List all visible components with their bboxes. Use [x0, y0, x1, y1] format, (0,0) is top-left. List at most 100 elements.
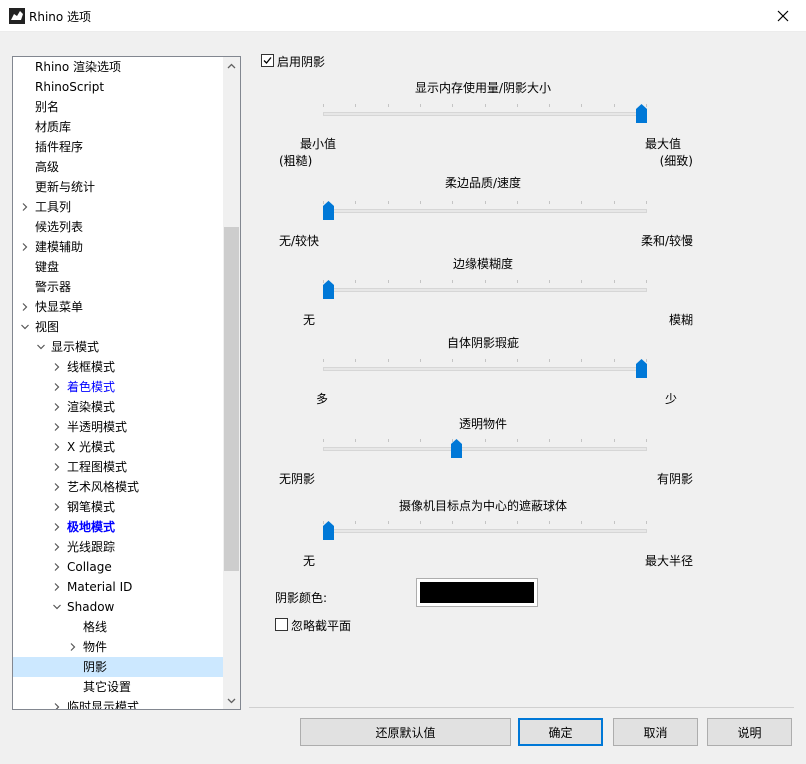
tree-item[interactable]: Shadow	[13, 597, 223, 617]
tree-item[interactable]: 材质库	[13, 117, 223, 137]
tree-item[interactable]: 阴影	[13, 657, 223, 677]
slider-tick	[452, 521, 453, 524]
chevron-right-icon[interactable]	[52, 362, 62, 372]
chevron-right-icon[interactable]	[20, 202, 30, 212]
tree-item[interactable]: 其它设置	[13, 677, 223, 697]
chevron-right-icon[interactable]	[52, 582, 62, 592]
tree-item[interactable]: 钢笔模式	[13, 497, 223, 517]
scroll-down-button[interactable]	[223, 692, 240, 709]
tree-item[interactable]: 候选列表	[13, 217, 223, 237]
slider-thumb[interactable]	[636, 104, 647, 123]
chevron-right-icon[interactable]	[52, 462, 62, 472]
tree-scrollbar[interactable]	[223, 57, 240, 709]
tree-item[interactable]: 光线跟踪	[13, 537, 223, 557]
chevron-right-icon[interactable]	[52, 482, 62, 492]
close-button[interactable]	[760, 0, 806, 32]
tree-item[interactable]: 显示模式	[13, 337, 223, 357]
slider-thumb[interactable]	[451, 439, 463, 458]
slider-tick	[517, 359, 518, 362]
cancel-button[interactable]: 取消	[613, 718, 698, 746]
tree-item[interactable]: 格线	[13, 617, 223, 637]
slider-track[interactable]	[323, 529, 647, 533]
chevron-down-icon[interactable]	[36, 342, 46, 352]
chevron-right-icon[interactable]	[52, 562, 62, 572]
tree-item[interactable]: 着色模式	[13, 377, 223, 397]
slider-tick	[517, 439, 518, 442]
tree-item-label: 别名	[35, 100, 60, 114]
chevron-right-icon[interactable]	[52, 382, 62, 392]
slider-title: 边缘模糊度	[452, 257, 513, 271]
tree-item[interactable]: X 光模式	[13, 437, 223, 457]
slider-tick	[420, 439, 421, 442]
tree-item[interactable]: 更新与统计	[13, 177, 223, 197]
slider-tick	[646, 280, 647, 283]
shadow-color-button[interactable]	[416, 578, 538, 607]
tree-item[interactable]: 插件程序	[13, 137, 223, 157]
help-button[interactable]: 说明	[707, 718, 792, 746]
tree-item[interactable]: 快显菜单	[13, 297, 223, 317]
slider-max-label: 有阴影	[656, 472, 693, 486]
slider-max-label: 最大值	[644, 137, 681, 151]
tree-item[interactable]: 键盘	[13, 257, 223, 277]
slider-track[interactable]	[323, 288, 647, 292]
slider-min-sublabel: (粗糙)	[279, 154, 313, 168]
tree-item[interactable]: 建模辅助	[13, 237, 223, 257]
tree-item-label: 显示模式	[51, 340, 100, 354]
tree-item[interactable]: Material ID	[13, 577, 223, 597]
tree-item[interactable]: 警示器	[13, 277, 223, 297]
slider-tick	[646, 439, 647, 442]
slider-thumb[interactable]	[323, 280, 334, 299]
tree-item[interactable]: Collage	[13, 557, 223, 577]
tree-item[interactable]: 极地模式	[13, 517, 223, 537]
slider-track[interactable]	[323, 112, 647, 116]
slider-tick	[646, 201, 647, 204]
ignore-clipping-checkbox[interactable]	[275, 618, 288, 631]
chevron-down-icon[interactable]	[20, 322, 30, 332]
scroll-thumb[interactable]	[224, 227, 239, 571]
tree-item[interactable]: 高级	[13, 157, 223, 177]
restore-defaults-button[interactable]: 还原默认值	[300, 718, 511, 746]
chevron-right-icon[interactable]	[20, 242, 30, 252]
title-bar: Rhino 选项	[0, 0, 806, 32]
slider-tick	[452, 359, 453, 362]
chevron-right-icon[interactable]	[52, 442, 62, 452]
tree-item[interactable]: 临时显示模式	[13, 697, 223, 710]
chevron-right-icon[interactable]	[52, 402, 62, 412]
tree-item-label: 插件程序	[35, 140, 84, 154]
chevron-right-icon[interactable]	[52, 542, 62, 552]
chevron-right-icon[interactable]	[68, 642, 78, 652]
tree-item[interactable]: Rhino 渲染选项	[13, 57, 223, 77]
tree-item[interactable]: 工具列	[13, 197, 223, 217]
tree-item[interactable]: 渲染模式	[13, 397, 223, 417]
chevron-right-icon[interactable]	[52, 422, 62, 432]
options-tree[interactable]: Rhino 渲染选项 RhinoScript 别名材质库插件程序高级 更新与统计 工具列…	[12, 56, 241, 710]
slider-tick	[517, 280, 518, 283]
slider-ticks	[323, 201, 647, 205]
window-title: Rhino 选项	[29, 10, 92, 24]
slider-track[interactable]	[323, 209, 647, 213]
tree-item[interactable]: 视图	[13, 317, 223, 337]
slider-thumb[interactable]	[636, 359, 647, 378]
slider-thumb[interactable]	[323, 521, 334, 540]
tree-item[interactable]: RhinoScript	[13, 77, 223, 97]
chevron-right-icon[interactable]	[52, 702, 62, 710]
scroll-up-button[interactable]	[223, 57, 240, 74]
tree-item[interactable]: 半透明模式	[13, 417, 223, 437]
tree-item[interactable]: 别名	[13, 97, 223, 117]
slider-track[interactable]	[323, 447, 647, 451]
tree-item[interactable]: 线框模式	[13, 357, 223, 377]
ok-button[interactable]: 确定	[518, 718, 603, 746]
enable-shadows-checkbox[interactable]	[261, 54, 274, 67]
tree-item[interactable]: 工程图模式	[13, 457, 223, 477]
chevron-right-icon[interactable]	[52, 502, 62, 512]
slider-track[interactable]	[323, 367, 647, 371]
slider-tick	[355, 104, 356, 107]
tree-item[interactable]: 艺术风格模式	[13, 477, 223, 497]
slider-tick	[485, 201, 486, 204]
tree-item[interactable]: 物件	[13, 637, 223, 657]
slider-thumb[interactable]	[323, 201, 334, 220]
chevron-right-icon[interactable]	[52, 522, 62, 532]
chevron-down-icon	[227, 698, 236, 703]
chevron-right-icon[interactable]	[20, 302, 30, 312]
chevron-down-icon[interactable]	[52, 602, 62, 612]
